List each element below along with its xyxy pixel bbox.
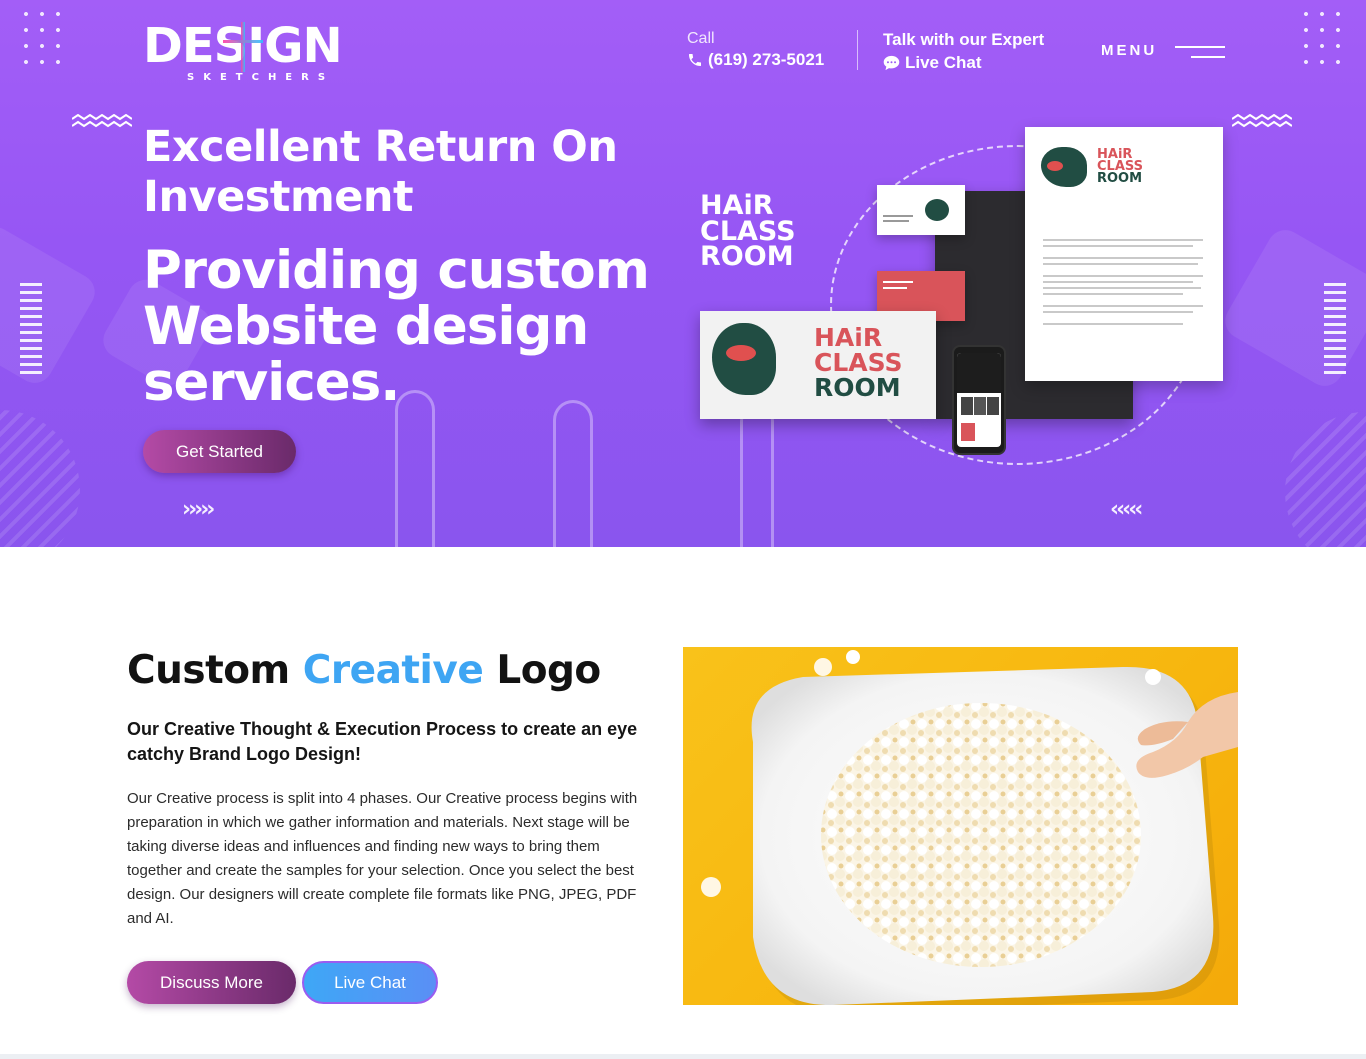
expert-block: Talk with our Expert Live Chat (883, 30, 1044, 73)
menu-label: MENU (1101, 42, 1158, 59)
zigzag-decoration-left (72, 114, 132, 128)
site-logo[interactable]: DESIGN SKETCHERS (143, 18, 383, 82)
mockup-business-card (877, 185, 965, 235)
hexagon-decoration-left (0, 220, 102, 390)
menu-toggle[interactable]: MENU (1101, 42, 1226, 59)
dot-grid-decoration-right (1298, 6, 1348, 76)
header-live-chat-link[interactable]: Live Chat (883, 53, 1044, 73)
section-subtitle: Our Creative Thought & Execution Process… (127, 719, 638, 764)
section-title: Custom Creative Logo (127, 648, 601, 693)
circle-pattern-decoration-left (0, 410, 80, 547)
phone-icon (689, 54, 701, 66)
hamburger-icon (1175, 43, 1226, 59)
mockup-phone (952, 345, 1006, 455)
chevrons-left-icon: ‹‹‹‹‹ (1110, 497, 1143, 522)
title-accent: Creative (302, 648, 484, 693)
discuss-more-button[interactable]: Discuss More (127, 961, 296, 1004)
mockup-brand-card: HAiR CLASS ROOM (700, 311, 936, 419)
popcorn-illustration (701, 650, 1238, 1005)
phone-link[interactable]: (619) 273-5021 (687, 50, 824, 70)
popcorn-photo (683, 647, 1238, 1005)
next-section-edge (0, 1054, 1366, 1059)
circle-pattern-decoration-right (1285, 412, 1366, 547)
section-body: Our Creative process is split into 4 pha… (127, 790, 638, 927)
live-chat-label: Live Chat (905, 53, 982, 72)
hero-headline: Providing custom Website design services… (143, 240, 650, 413)
chevrons-right-icon: ››››› (182, 497, 215, 522)
call-block: Call (619) 273-5021 (687, 30, 824, 70)
header-divider (857, 30, 858, 70)
brand-identity-mockup: HAiR CLASS ROOM HAiR CLASS ROOM HAiR CLA… (695, 125, 1235, 470)
call-label: Call (687, 30, 715, 47)
expert-title: Talk with our Expert (883, 30, 1045, 49)
hero-tagline: Excellent Return On Investment (143, 122, 618, 222)
phone-number: (619) 273-5021 (708, 50, 825, 69)
dot-grid-decoration-left (18, 6, 68, 76)
logo-subtext: SKETCHERS (187, 72, 334, 82)
live-chat-button[interactable]: Live Chat (302, 961, 438, 1004)
title-part-2: Logo (496, 648, 601, 693)
chat-bubble-icon (883, 55, 900, 71)
title-part-1: Custom (127, 648, 290, 693)
mockup-letterhead: HAiR CLASS ROOM (1025, 127, 1223, 381)
mockup-brand-logo-white: HAiR CLASS ROOM (700, 190, 796, 273)
arch-decoration (553, 400, 593, 547)
hexagon-decoration-right (1218, 223, 1366, 393)
mockup-brand-bottom: ROOM (700, 241, 794, 273)
hero-banner: DESIGN SKETCHERS Call (619) 273-5021 Tal… (0, 0, 1366, 547)
arch-decoration (395, 390, 435, 547)
mockup-brand-top: HAiR (700, 190, 774, 221)
get-started-button[interactable]: Get Started (143, 430, 296, 473)
zigzag-decoration-right (1232, 114, 1292, 128)
